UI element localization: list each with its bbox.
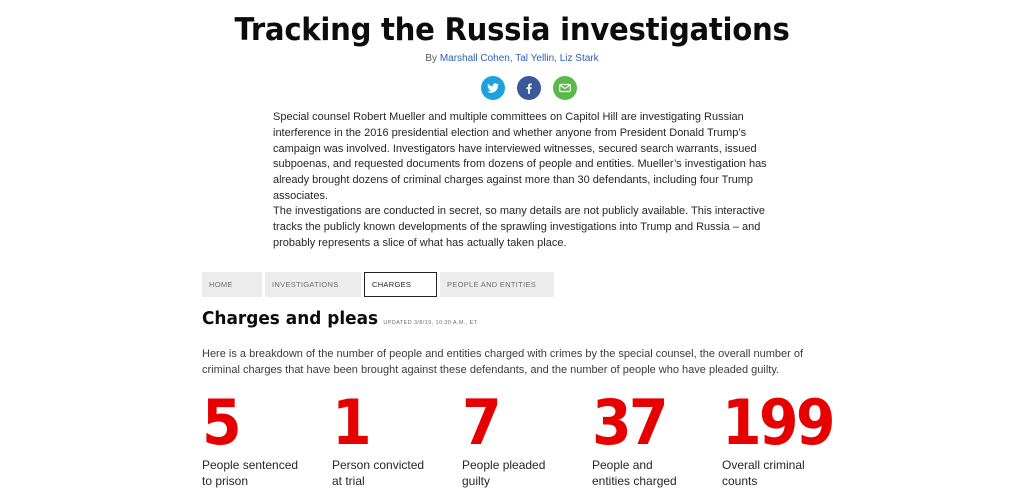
updated-timestamp: UPDATED 3/8/19, 10:30 A.M., ET. [383, 320, 479, 326]
stat-charged: 37 People and entities charged [592, 388, 712, 489]
author-link-3[interactable]: Liz Stark [560, 53, 599, 64]
stat-label-line: entities charged [592, 474, 677, 488]
section-header: Charges and pleas UPDATED 3/8/19, 10:30 … [202, 308, 479, 329]
stat-label: People pleaded guilty [462, 457, 582, 489]
byline-prefix: By [425, 53, 438, 64]
stat-label: Overall criminal counts [722, 457, 842, 489]
twitter-share-button[interactable] [481, 76, 505, 100]
email-icon [559, 83, 571, 93]
stat-label-line: at trial [332, 474, 365, 488]
stat-label: People and entities charged [592, 457, 712, 489]
tab-charges[interactable]: CHARGES [364, 272, 437, 297]
tab-home[interactable]: HOME [202, 272, 262, 297]
stat-sentenced: 5 People sentenced to prison [202, 388, 322, 489]
stat-convicted: 1 Person convicted at trial [332, 388, 452, 489]
share-bar [481, 76, 577, 100]
stat-pleaded: 7 People pleaded guilty [462, 388, 582, 489]
facebook-share-button[interactable] [517, 76, 541, 100]
facebook-icon [526, 83, 532, 94]
stat-value: 199 [722, 386, 836, 459]
stat-label-line: Person convicted [332, 458, 425, 472]
stat-label-line: to prison [202, 474, 249, 488]
stat-label-line: guilty [462, 474, 491, 488]
stat-value: 5 [202, 386, 242, 459]
stat-counts: 199 Overall criminal counts [722, 388, 842, 489]
stat-label: People sentenced to prison [202, 457, 322, 489]
byline: By Marshall Cohen, Tal Yellin, Liz Stark [0, 53, 1024, 64]
section-tabs: HOME INVESTIGATIONS CHARGES PEOPLE AND E… [202, 272, 554, 297]
stat-label-line: People pleaded [462, 458, 546, 472]
stat-label-line: Overall criminal [722, 458, 805, 472]
stat-label-line: People sentenced [202, 458, 299, 472]
section-lead: Here is a breakdown of the number of peo… [202, 348, 804, 376]
author-link-1[interactable]: Marshall Cohen [440, 53, 510, 64]
tab-investigations[interactable]: INVESTIGATIONS [265, 272, 361, 297]
page-title: Tracking the Russia investigations [234, 12, 790, 48]
author-link-2[interactable]: Tal Yellin [515, 53, 554, 64]
stat-value: 7 [462, 386, 502, 459]
section-title: Charges and pleas [202, 308, 379, 329]
twitter-icon [487, 83, 500, 93]
stat-label-line: counts [722, 474, 758, 488]
intro-paragraph-2: The investigations are conducted in secr… [273, 205, 766, 249]
stat-label-line: People and [592, 458, 653, 472]
stat-label: Person convicted at trial [332, 457, 452, 489]
email-share-button[interactable] [553, 76, 577, 100]
stat-value: 1 [332, 386, 372, 459]
intro-paragraph-1: Special counsel Robert Mueller and multi… [273, 111, 767, 202]
tab-people-and-entities[interactable]: PEOPLE AND ENTITIES [440, 272, 554, 297]
stat-value: 37 [592, 386, 669, 459]
